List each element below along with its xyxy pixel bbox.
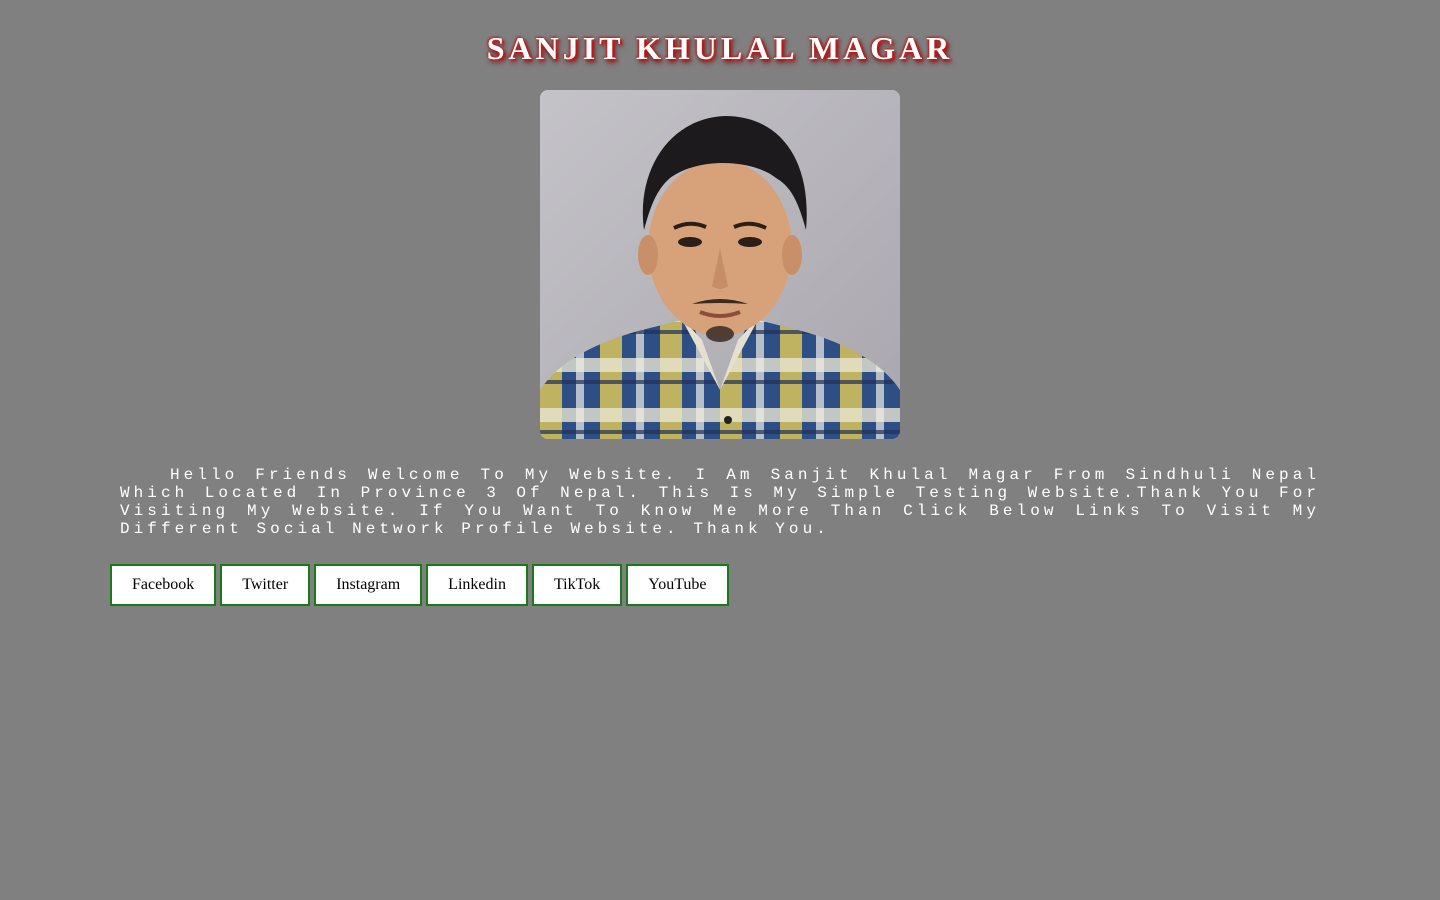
page: SANJIT KHULAL MAGAR Hello Friends Welcom… — [0, 0, 1440, 900]
profile-photo — [540, 90, 900, 439]
tiktok-button[interactable]: TikTok — [531, 564, 623, 606]
bio-text: Hello Friends Welcome To My Website. I A… — [120, 466, 1320, 538]
youtube-button[interactable]: YouTube — [626, 564, 729, 606]
social-links: Facebook Twitter Instagram Linkedin TikT… — [110, 564, 729, 606]
page-title: SANJIT KHULAL MAGAR — [486, 30, 954, 66]
facebook-button[interactable]: Facebook — [110, 564, 217, 606]
instagram-button[interactable]: Instagram — [314, 564, 423, 606]
linkedin-button[interactable]: Linkedin — [426, 564, 528, 606]
twitter-button[interactable]: Twitter — [220, 564, 311, 606]
